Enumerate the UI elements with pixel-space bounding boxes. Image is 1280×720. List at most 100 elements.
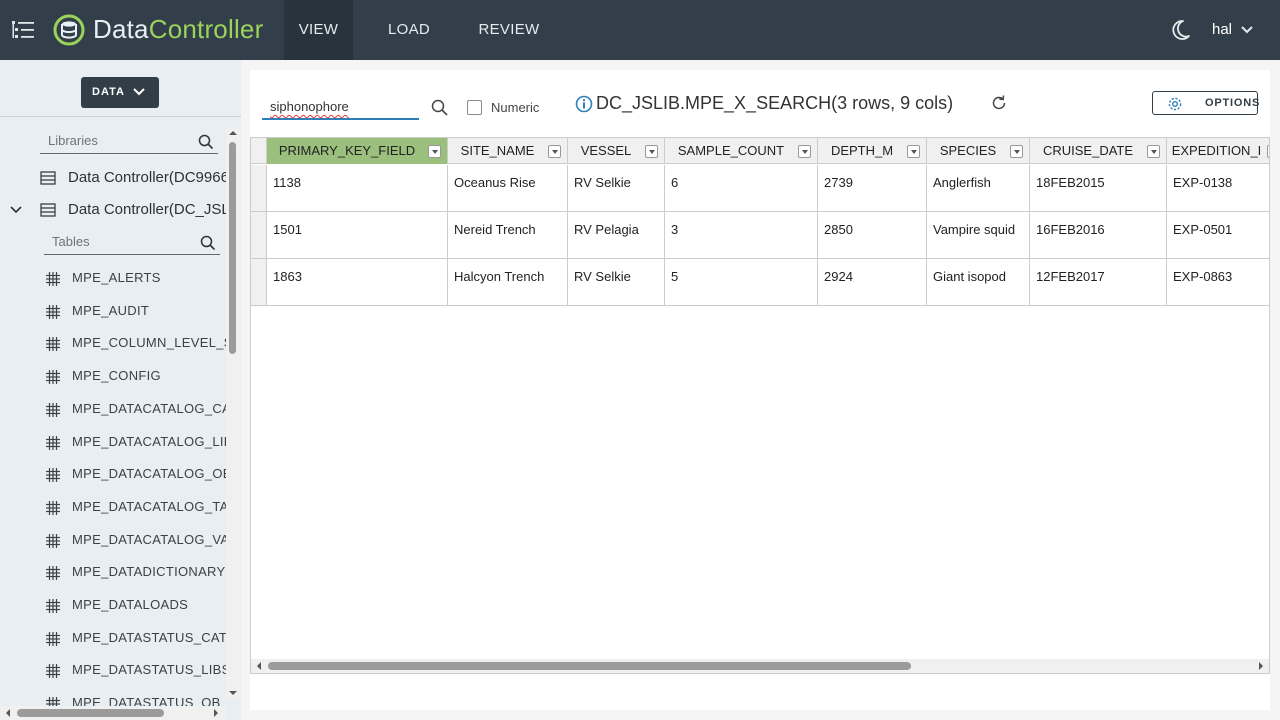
column-filter-dropdown-icon[interactable] bbox=[1147, 145, 1160, 158]
table-cell[interactable]: 1501 bbox=[267, 212, 448, 259]
table-list-item[interactable]: MPE_DATACATALOG_TA bbox=[0, 493, 226, 523]
table-cell[interactable]: Nereid Trench bbox=[448, 212, 568, 259]
table-grid-icon bbox=[46, 664, 60, 679]
column-header[interactable]: DEPTH_M bbox=[818, 138, 927, 164]
row-header[interactable] bbox=[251, 165, 267, 212]
table-search-input[interactable]: siphonophore bbox=[262, 94, 419, 120]
sidebar-horizontal-scroll-thumb[interactable] bbox=[17, 709, 164, 717]
table-list-item[interactable]: MPE_DATASTATUS_LIBS bbox=[0, 656, 226, 686]
table-cell[interactable]: 5 bbox=[665, 259, 818, 306]
dark-mode-moon-icon[interactable] bbox=[1168, 18, 1192, 42]
refresh-icon[interactable] bbox=[990, 94, 1008, 112]
table-cell[interactable]: 1138 bbox=[267, 165, 448, 212]
table-list-item[interactable]: MPE_CONFIG bbox=[0, 362, 226, 392]
sidebar-horizontal-scrollbar[interactable] bbox=[0, 706, 226, 720]
table-list-item[interactable]: MPE_DATACATALOG_CA bbox=[0, 395, 226, 425]
grid-horizontal-scrollbar[interactable] bbox=[251, 659, 1269, 673]
scroll-up-arrow-icon[interactable] bbox=[226, 127, 240, 139]
grid-horizontal-scroll-thumb[interactable] bbox=[268, 662, 911, 670]
table-list-item[interactable]: MPE_DATADICTIONARY bbox=[0, 558, 226, 588]
table-cell[interactable]: Oceanus Rise bbox=[448, 165, 568, 212]
user-chevron-down-icon[interactable] bbox=[1240, 24, 1254, 36]
column-filter-dropdown-icon[interactable] bbox=[645, 145, 658, 158]
library-database-icon bbox=[40, 203, 56, 217]
options-button[interactable]: OPTIONS bbox=[1152, 91, 1261, 115]
user-menu-name[interactable]: hal bbox=[1212, 21, 1232, 38]
table-cell[interactable]: 1863 bbox=[267, 259, 448, 306]
table-cell[interactable]: Vampire squid bbox=[927, 212, 1030, 259]
table-cell[interactable]: EXP-0501 bbox=[1167, 212, 1269, 259]
nav-tab-review[interactable]: REVIEW bbox=[470, 0, 548, 60]
column-filter-dropdown-icon[interactable] bbox=[798, 145, 811, 158]
scroll-right-arrow-icon[interactable] bbox=[210, 706, 222, 720]
scroll-left-arrow-icon[interactable] bbox=[2, 706, 14, 720]
table-list-item[interactable]: MPE_DATACATALOG_OB bbox=[0, 460, 226, 490]
column-header[interactable]: SAMPLE_COUNT bbox=[665, 138, 818, 164]
table-list-item[interactable]: MPE_ALERTS bbox=[0, 264, 226, 294]
options-button-label: OPTIONS bbox=[1205, 97, 1261, 109]
data-dropdown-button[interactable]: DATA bbox=[81, 77, 159, 108]
column-header[interactable]: SITE_NAME bbox=[448, 138, 568, 164]
numeric-checkbox[interactable] bbox=[467, 100, 482, 115]
search-icon[interactable] bbox=[431, 99, 449, 117]
scroll-left-arrow-icon[interactable] bbox=[253, 659, 265, 673]
table-cell[interactable]: RV Selkie bbox=[568, 259, 665, 306]
table-cell[interactable]: 18FEB2015 bbox=[1030, 165, 1167, 212]
nav-tab-view[interactable]: VIEW bbox=[284, 0, 353, 60]
info-icon[interactable] bbox=[575, 95, 593, 113]
table-cell-value: RV Pelagia bbox=[574, 222, 639, 237]
scroll-right-arrow-icon[interactable] bbox=[1255, 659, 1267, 673]
table-cell[interactable]: EXP-0863 bbox=[1167, 259, 1269, 306]
column-header[interactable]: PRIMARY_KEY_FIELD bbox=[267, 138, 448, 164]
table-list-item[interactable]: MPE_DATASTATUS_CAT bbox=[0, 624, 226, 654]
row-header[interactable] bbox=[251, 212, 267, 259]
table-list-item[interactable]: MPE_COLUMN_LEVEL_S bbox=[0, 329, 226, 359]
column-header-label: PRIMARY_KEY_FIELD bbox=[278, 143, 416, 158]
table-cell[interactable]: RV Pelagia bbox=[568, 212, 665, 259]
row-header[interactable] bbox=[251, 259, 267, 306]
table-cell[interactable]: Giant isopod bbox=[927, 259, 1030, 306]
table-cell[interactable]: EXP-0138 bbox=[1167, 165, 1269, 212]
table-cell-value: Giant isopod bbox=[933, 269, 1006, 284]
table-cell[interactable]: Halcyon Trench bbox=[448, 259, 568, 306]
search-icon[interactable] bbox=[200, 235, 216, 251]
nav-tab-load[interactable]: LOAD bbox=[376, 0, 442, 60]
table-cell-value: 3 bbox=[671, 222, 679, 237]
column-header[interactable]: SPECIES bbox=[927, 138, 1030, 164]
table-grid-icon bbox=[46, 402, 60, 417]
column-header[interactable]: CRUISE_DATE bbox=[1030, 138, 1167, 164]
table-list-item[interactable]: MPE_AUDIT bbox=[0, 297, 226, 327]
table-cell[interactable]: 16FEB2016 bbox=[1030, 212, 1167, 259]
tables-search-input[interactable]: Tables bbox=[44, 231, 220, 255]
scroll-down-arrow-icon[interactable] bbox=[226, 687, 240, 699]
menu-tree-icon[interactable] bbox=[10, 18, 36, 42]
column-filter-dropdown-icon[interactable] bbox=[428, 145, 441, 158]
table-cell[interactable]: 2924 bbox=[818, 259, 927, 306]
table-list-item[interactable]: MPE_DATALOADS bbox=[0, 591, 226, 621]
column-header-label: CRUISE_DATE bbox=[1042, 143, 1134, 158]
column-filter-dropdown-icon[interactable] bbox=[1267, 145, 1269, 158]
library-item-dc-jslib[interactable]: Data Controller(DC_JSL bbox=[0, 195, 228, 225]
table-cell[interactable]: 12FEB2017 bbox=[1030, 259, 1167, 306]
table-list-item[interactable]: MPE_DATACATALOG_VA bbox=[0, 526, 226, 556]
table-cell[interactable]: 2850 bbox=[818, 212, 927, 259]
table-cell[interactable]: 2739 bbox=[818, 165, 927, 212]
libraries-search-input[interactable]: Libraries bbox=[40, 130, 218, 154]
table-cell[interactable]: 3 bbox=[665, 212, 818, 259]
table-cell-value: EXP-0501 bbox=[1173, 222, 1233, 237]
column-filter-dropdown-icon[interactable] bbox=[548, 145, 561, 158]
table-cell[interactable]: RV Selkie bbox=[568, 165, 665, 212]
sidebar-vertical-scrollbar[interactable] bbox=[226, 127, 240, 699]
sidebar-vertical-scroll-thumb[interactable] bbox=[229, 142, 236, 354]
expand-chevron-down-icon[interactable] bbox=[10, 205, 22, 215]
column-filter-dropdown-icon[interactable] bbox=[907, 145, 920, 158]
column-header-label: SITE_NAME bbox=[460, 143, 535, 158]
column-header[interactable]: EXPEDITION_I bbox=[1167, 138, 1269, 164]
search-icon[interactable] bbox=[198, 134, 214, 150]
library-item-dc9966[interactable]: Data Controller(DC9966 bbox=[0, 163, 228, 193]
table-list-item[interactable]: MPE_DATACATALOG_LIB bbox=[0, 428, 226, 458]
column-filter-dropdown-icon[interactable] bbox=[1010, 145, 1023, 158]
table-cell[interactable]: Anglerfish bbox=[927, 165, 1030, 212]
column-header[interactable]: VESSEL bbox=[568, 138, 665, 164]
table-cell[interactable]: 6 bbox=[665, 165, 818, 212]
